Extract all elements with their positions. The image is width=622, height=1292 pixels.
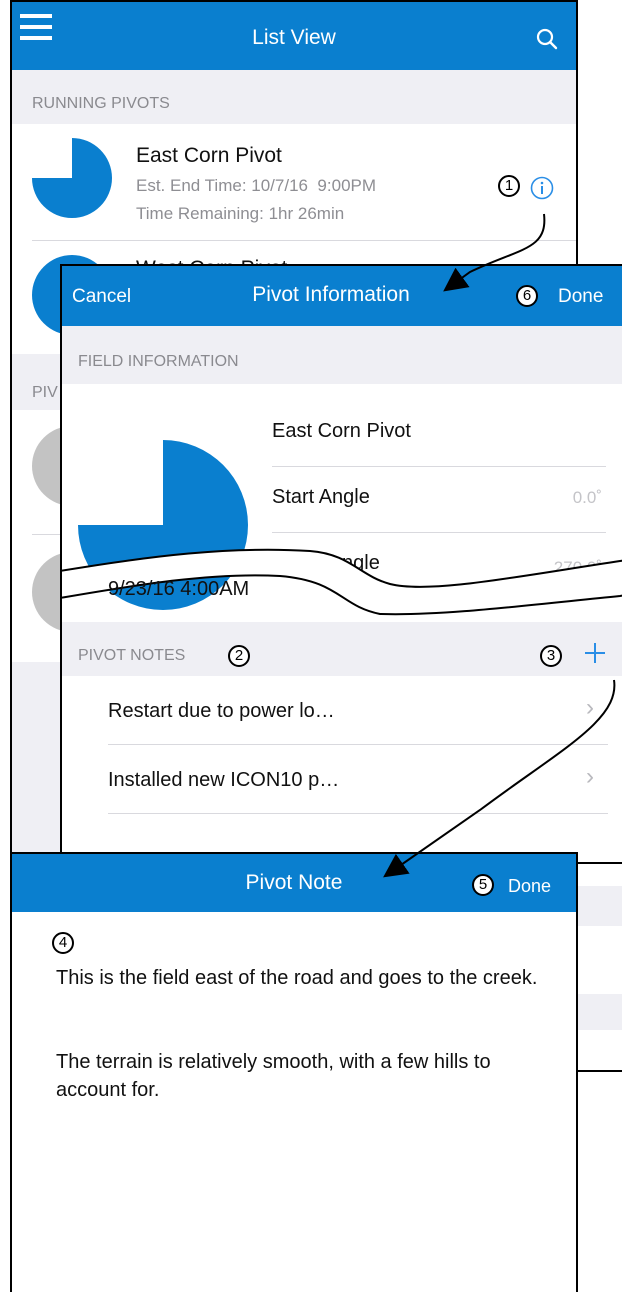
annotation-arrows [383,213,616,878]
callout-1: 1 [498,175,520,197]
callout-6: 6 [516,285,538,307]
callout-2: 2 [228,645,250,667]
callout-3: 3 [540,645,562,667]
callout-5: 5 [472,874,494,896]
callout-4: 4 [52,932,74,954]
